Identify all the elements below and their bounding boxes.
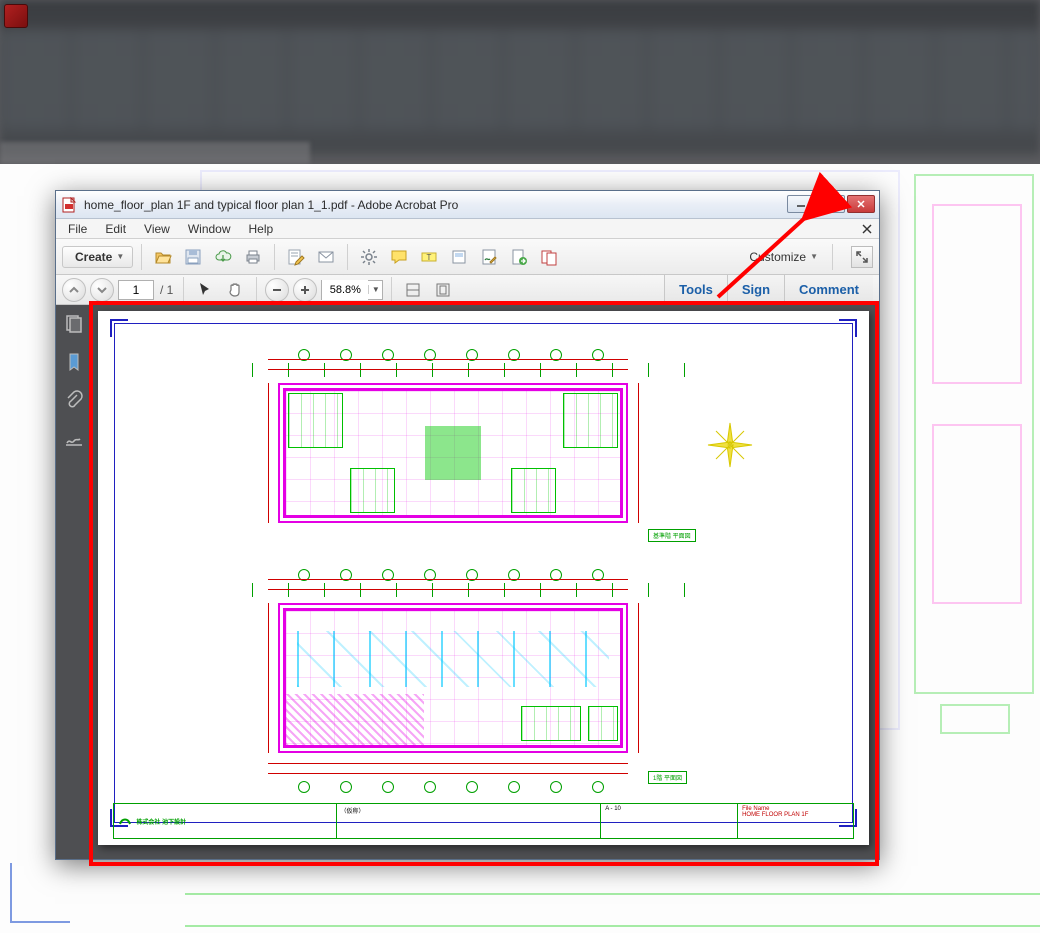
save-button[interactable] [180,244,206,270]
sign-doc-button[interactable] [476,244,502,270]
background-ribbon [0,0,1040,160]
dimension-line [638,383,639,523]
tab-sign[interactable]: Sign [727,275,784,304]
autocad-app-icon [4,4,28,28]
navigation-pane [56,305,92,859]
customize-label: Customize [749,250,806,264]
zoom-field[interactable]: ▼ [321,280,383,300]
zoom-in-button[interactable] [293,278,317,302]
dimension-line [268,579,628,580]
dimension-line [638,603,639,753]
dimension-line [268,773,628,774]
project-prefix: （仮称） [341,809,365,815]
window-title: home_floor_plan 1F and typical floor pla… [84,198,787,212]
create-label: Create [75,250,112,264]
plan-label-1f: 1階 平面図 [648,771,687,784]
attachments-icon[interactable] [61,387,87,413]
background-drawing-tabs [0,142,310,164]
acrobat-window: home_floor_plan 1F and typical floor pla… [55,190,880,860]
dimension-line [268,359,628,360]
dimension-line [268,369,628,370]
print-button[interactable] [240,244,266,270]
export-button[interactable] [506,244,532,270]
page-down-button[interactable] [90,278,114,302]
close-document-icon[interactable] [859,221,875,237]
grid-bubbles [298,781,604,793]
dimension-line [268,603,269,753]
tab-comment[interactable]: Comment [784,275,873,304]
titlebar: home_floor_plan 1F and typical floor pla… [56,191,879,219]
menu-window[interactable]: Window [180,220,239,238]
title-block: 株式会社 池下設計 （仮称） A - 10 File Name HOME FLO… [113,803,853,839]
first-floor-plan [278,603,628,753]
grid-lines [252,583,715,597]
cloud-button[interactable] [210,244,236,270]
read-mode-button[interactable] [851,246,873,268]
dimension-line [268,589,628,590]
typical-floor-plan [278,383,628,523]
file-name-value: HOME FLOOR PLAN 1F [742,812,849,818]
comment-bubble-button[interactable] [386,244,412,270]
email-button[interactable] [313,244,339,270]
tab-tools[interactable]: Tools [664,275,727,304]
page-up-button[interactable] [62,278,86,302]
page-number-input[interactable] [118,280,154,300]
fit-width-button[interactable] [400,277,426,303]
grid-lines [252,363,715,377]
svg-text:T: T [427,253,432,262]
close-button[interactable] [847,195,875,213]
hand-tool-button[interactable] [222,277,248,303]
main-toolbar: Create ▼ T Customize ▼ [56,239,879,275]
zoom-out-button[interactable] [265,278,289,302]
page-viewport[interactable]: 基準階 平面図 [92,305,879,859]
highlight-button[interactable]: T [416,244,442,270]
dropdown-icon[interactable]: ▼ [368,285,382,294]
dropdown-icon: ▼ [810,252,818,261]
menu-view[interactable]: View [136,220,178,238]
document-area: 基準階 平面図 [56,305,879,859]
pdf-page: 基準階 平面図 [98,311,869,845]
dropdown-icon: ▼ [116,252,124,261]
customize-button[interactable]: Customize ▼ [743,250,824,264]
menubar: File Edit View Window Help [56,219,879,239]
pdf-icon [62,197,78,213]
edit-text-button[interactable] [283,244,309,270]
dimension-line [268,763,628,764]
zoom-input[interactable] [322,280,368,300]
select-tool-button[interactable] [192,277,218,303]
sheet-number: A - 10 [605,806,621,812]
menu-file[interactable]: File [60,220,95,238]
create-button[interactable]: Create ▼ [62,246,133,268]
north-arrow-icon [706,421,754,469]
fit-page-button[interactable] [430,277,456,303]
menu-edit[interactable]: Edit [97,220,134,238]
navigation-toolbar: / 1 ▼ Tools Sign Comment [56,275,879,305]
settings-button[interactable] [356,244,382,270]
signatures-icon[interactable] [61,425,87,451]
thumbnails-icon[interactable] [61,311,87,337]
company-name: 株式会社 池下設計 [136,817,186,826]
bookmarks-icon[interactable] [61,349,87,375]
dimension-line [268,383,269,523]
combine-button[interactable] [536,244,562,270]
maximize-button[interactable] [817,195,845,213]
page-total-label: / 1 [158,283,175,297]
minimize-button[interactable] [787,195,815,213]
stamp-button[interactable] [446,244,472,270]
open-button[interactable] [150,244,176,270]
menu-help[interactable]: Help [241,220,282,238]
ucs-icon [10,863,70,923]
plan-label-typical: 基準階 平面図 [648,529,696,542]
